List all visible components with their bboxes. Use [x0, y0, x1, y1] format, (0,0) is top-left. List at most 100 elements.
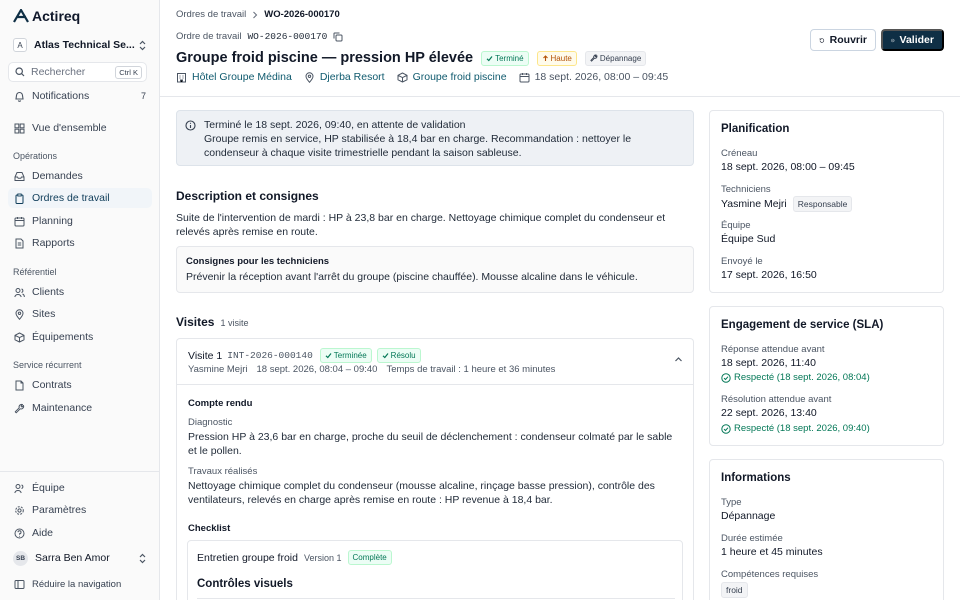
- info-card: Informations Type Dépannage Durée estimé…: [709, 459, 944, 600]
- check-circle-icon: [891, 38, 895, 42]
- app-name: Actireq: [32, 8, 81, 24]
- wo-code: WO-2026-000170: [247, 31, 328, 42]
- response-value: 18 sept. 2026, 11:40: [721, 357, 816, 369]
- sla-card: Engagement de service (SLA) Réponse atte…: [709, 306, 944, 446]
- nav-clients[interactable]: Clients: [8, 282, 152, 302]
- alert-body: Groupe remis en service, HP stabilisée à…: [204, 133, 632, 159]
- visits-header: Visites 1 visite: [176, 315, 249, 329]
- search-box[interactable]: Rechercher Ctrl K: [8, 62, 147, 82]
- technicians-label: Techniciens: [721, 184, 771, 195]
- breadcrumb: Ordres de travail WO-2026-000170: [176, 9, 340, 20]
- nav-label: Ordres de travail: [32, 192, 110, 204]
- breadcrumb-parent[interactable]: Ordres de travail: [176, 9, 246, 20]
- skill-tag: froid: [721, 582, 748, 598]
- schedule: 18 sept. 2026, 08:00 – 09:45: [519, 71, 668, 83]
- nav-section-recurring: Service récurrent: [13, 360, 82, 370]
- nav-work-orders[interactable]: Ordres de travail: [8, 188, 152, 208]
- skills-label: Compétences requises: [721, 569, 819, 580]
- client-link[interactable]: Hôtel Groupe Médina: [176, 71, 292, 83]
- map-pin-icon: [15, 308, 24, 320]
- collapse-nav-button[interactable]: Réduire la navigation: [8, 574, 152, 594]
- validate-label: Valider: [899, 34, 934, 46]
- visit-result: Résolu: [390, 351, 416, 360]
- nav-planning[interactable]: Planning: [8, 211, 152, 231]
- nav-label: Sites: [32, 308, 56, 320]
- chevron-updown-icon: [139, 553, 146, 563]
- document-icon: [15, 238, 24, 248]
- wo-label: Ordre de travail: [176, 31, 242, 42]
- nav-notifications[interactable]: Notifications 7: [8, 86, 152, 106]
- equipment-name[interactable]: Groupe froid piscine: [413, 71, 507, 83]
- team-label: Équipe: [721, 220, 751, 231]
- chevron-right-icon: [253, 11, 258, 18]
- skills-row: froid: [721, 582, 748, 598]
- nav-contracts[interactable]: Contrats: [8, 375, 152, 395]
- sent-value: 17 sept. 2026, 16:50: [721, 269, 817, 281]
- grid-icon: [14, 123, 25, 133]
- duration-label: Durée estimée: [721, 533, 783, 544]
- instructions-title: Consignes pour les techniciens: [186, 256, 330, 267]
- reopen-label: Rouvrir: [829, 34, 867, 46]
- nav-maintenance[interactable]: Maintenance: [8, 398, 152, 418]
- nav-help[interactable]: Aide: [8, 523, 152, 543]
- app-logo[interactable]: Actireq: [13, 8, 80, 24]
- visits-count: 1 visite: [220, 318, 249, 328]
- check-circle-icon: [721, 423, 731, 434]
- visit-header[interactable]: Visite 1 INT-2026-000140 Terminée Résolu: [188, 348, 421, 363]
- reopen-button[interactable]: Rouvrir: [810, 29, 876, 51]
- slot-value: 18 sept. 2026, 08:00 – 09:45: [721, 161, 855, 173]
- nav-team[interactable]: Équipe: [8, 478, 152, 498]
- org-switcher[interactable]: A Atlas Technical Se...: [8, 35, 152, 55]
- cube-icon: [397, 72, 408, 82]
- visit-code: INT-2026-000140: [227, 350, 313, 361]
- response-label: Réponse attendue avant: [721, 344, 825, 355]
- avatar: SB: [13, 550, 28, 566]
- title-row: Groupe froid piscine — pression HP élevé…: [176, 50, 647, 66]
- nav-sites[interactable]: Sites: [8, 304, 152, 324]
- sent-label: Envoyé le: [721, 256, 763, 267]
- nav-label: Notifications: [32, 90, 90, 102]
- type-label: Dépannage: [599, 53, 642, 63]
- visit-meta: Yasmine Mejri 18 sept. 2026, 08:04 – 09:…: [188, 364, 555, 375]
- nav-section-referential: Référentiel: [13, 267, 57, 277]
- report-title: Compte rendu: [188, 398, 253, 409]
- site-link[interactable]: Djerba Resort: [304, 71, 385, 83]
- nav-section-operations: Opérations: [13, 151, 58, 161]
- check-circle-icon: [721, 372, 731, 383]
- planning-title: Planification: [721, 123, 790, 135]
- nav-label: Rapports: [32, 237, 75, 249]
- nav-settings[interactable]: Paramètres: [8, 500, 152, 520]
- nav-overview[interactable]: Vue d'ensemble: [8, 118, 152, 138]
- validate-button[interactable]: Valider: [881, 29, 944, 51]
- clipboard-icon: [15, 193, 24, 204]
- chevron-up-icon[interactable]: [674, 356, 683, 363]
- nav-label: Maintenance: [32, 402, 93, 414]
- site-name[interactable]: Djerba Resort: [320, 71, 385, 83]
- type-badge: Dépannage: [584, 50, 647, 66]
- diagnostic-text: Pression HP à 23,6 bar en charge, proche…: [188, 431, 673, 457]
- nav-equipment[interactable]: Équipements: [8, 327, 152, 347]
- copy-icon[interactable]: [333, 32, 343, 42]
- visit-technician: Yasmine Mejri: [188, 364, 248, 375]
- search-shortcut: Ctrl K: [115, 65, 142, 79]
- response-status: Respecté (18 sept. 2026, 08:04): [721, 372, 870, 383]
- status-badge: Terminé: [481, 50, 529, 66]
- user-menu[interactable]: SB Sarra Ben Amor: [8, 548, 152, 568]
- client-name[interactable]: Hôtel Groupe Médina: [192, 71, 292, 83]
- equipment-link[interactable]: Groupe froid piscine: [397, 71, 507, 83]
- notification-count: 7: [140, 91, 146, 101]
- checklist-status-badge: Complète: [347, 550, 392, 565]
- technician-row: Yasmine Mejri Responsable: [721, 196, 853, 212]
- nav-reports[interactable]: Rapports: [8, 233, 152, 253]
- instructions-text: Prévenir la réception avant l'arrêt du g…: [186, 271, 638, 283]
- resolution-label: Résolution attendue avant: [721, 394, 832, 405]
- checklist-version: Version 1: [303, 552, 342, 563]
- wrench-icon: [590, 54, 598, 62]
- bell-icon: [15, 91, 24, 102]
- visit-title: Visite 1: [188, 349, 223, 362]
- checklist-title: Checklist: [188, 523, 231, 534]
- sla-title: Engagement de service (SLA): [721, 319, 884, 331]
- response-status-text: Respecté (18 sept. 2026, 08:04): [734, 372, 870, 383]
- nav-requests[interactable]: Demandes: [8, 166, 152, 186]
- check-icon: [325, 353, 332, 359]
